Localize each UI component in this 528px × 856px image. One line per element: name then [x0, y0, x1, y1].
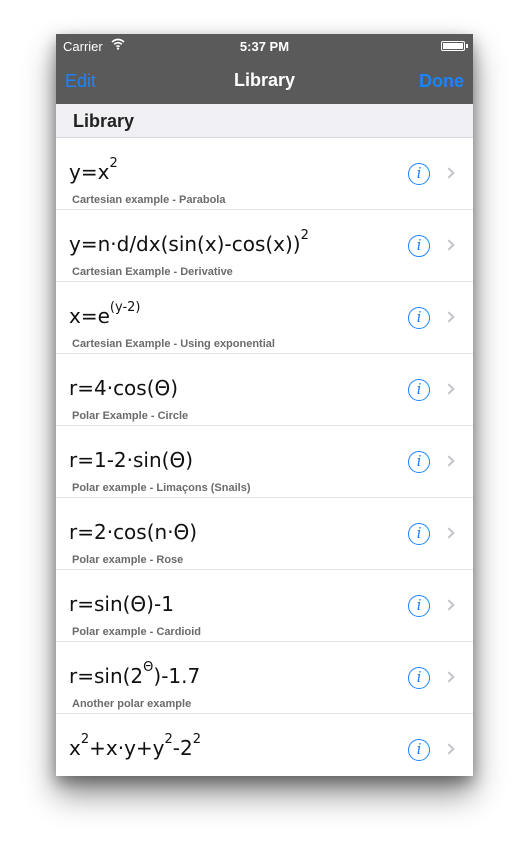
formula-text: x2+x·y+y2-22: [69, 732, 202, 760]
info-icon[interactable]: i: [408, 163, 430, 185]
formula-text: r=2·cos(n·Θ): [69, 520, 198, 544]
formula-description: Cartesian example - Parabola: [72, 194, 226, 206]
list-item[interactable]: y=x2 Cartesian example - Parabola i: [56, 138, 473, 210]
list-item[interactable]: r=sin(Θ)-1 Polar example - Cardioid i: [56, 570, 473, 642]
formula-description: Polar example - Cardioid: [72, 626, 201, 638]
chevron-right-icon: [443, 455, 455, 467]
formula-text: r=sin(Θ)-1: [69, 592, 174, 616]
info-icon[interactable]: i: [408, 739, 430, 761]
formula-description: Polar example - Rose: [72, 554, 184, 566]
formula-text: y=n·d/dx(sin(x)-cos(x))2: [69, 228, 309, 256]
nav-title: Library: [233, 70, 296, 90]
formula-text: r=sin(2Θ)-1.7: [69, 660, 201, 688]
status-time: 5:37 PM: [239, 39, 290, 54]
section-header: Library: [56, 104, 473, 138]
section-title: Library: [73, 111, 135, 131]
battery-icon: [441, 41, 465, 51]
chevron-right-icon: [443, 743, 455, 755]
info-icon[interactable]: i: [408, 595, 430, 617]
list-item[interactable]: r=2·cos(n·Θ) Polar example - Rose i: [56, 498, 473, 570]
formula-description: Cartesian Example - Using exponential: [72, 338, 275, 350]
chevron-right-icon: [443, 527, 455, 539]
list-item[interactable]: x=e(y-2) Cartesian Example - Using expone…: [56, 282, 473, 354]
chevron-right-icon: [443, 383, 455, 395]
info-icon[interactable]: i: [408, 523, 430, 545]
formula-description: Another polar example: [72, 698, 192, 710]
list-item[interactable]: r=sin(2Θ)-1.7 Another polar example i: [56, 642, 473, 714]
chevron-right-icon: [443, 167, 455, 179]
list-item[interactable]: r=1-2·sin(Θ) Polar example - Limaçons (Sn…: [56, 426, 473, 498]
list-item[interactable]: x2+x·y+y2-22 i: [56, 714, 473, 776]
info-icon[interactable]: i: [408, 379, 430, 401]
formula-text: r=1-2·sin(Θ): [69, 448, 194, 472]
formula-description: Polar Example - Circle: [72, 410, 189, 422]
status-bar: Carrier 5:37 PM: [56, 34, 473, 58]
formula-text: x=e(y-2): [69, 300, 141, 328]
phone-screen: Carrier 5:37 PM Edit Library Done Librar…: [56, 34, 473, 776]
chevron-right-icon: [443, 311, 455, 323]
info-icon[interactable]: i: [408, 451, 430, 473]
list-item[interactable]: r=4·cos(Θ) Polar Example - Circle i: [56, 354, 473, 426]
formula-description: Polar example - Limaçons (Snails): [72, 482, 251, 494]
done-button[interactable]: Done: [419, 71, 464, 92]
formula-description: Cartesian Example - Derivative: [72, 266, 233, 278]
formula-text: y=x2: [69, 156, 118, 184]
list-item[interactable]: y=n·d/dx(sin(x)-cos(x))2 Cartesian Exampl…: [56, 210, 473, 282]
navigation-bar: Edit Library Done: [56, 58, 473, 104]
formula-text: r=4·cos(Θ): [69, 376, 179, 400]
info-icon[interactable]: i: [408, 307, 430, 329]
chevron-right-icon: [443, 671, 455, 683]
info-icon[interactable]: i: [408, 235, 430, 257]
chevron-right-icon: [443, 239, 455, 251]
info-icon[interactable]: i: [408, 667, 430, 689]
battery-tip: [466, 44, 468, 48]
chevron-right-icon: [443, 599, 455, 611]
